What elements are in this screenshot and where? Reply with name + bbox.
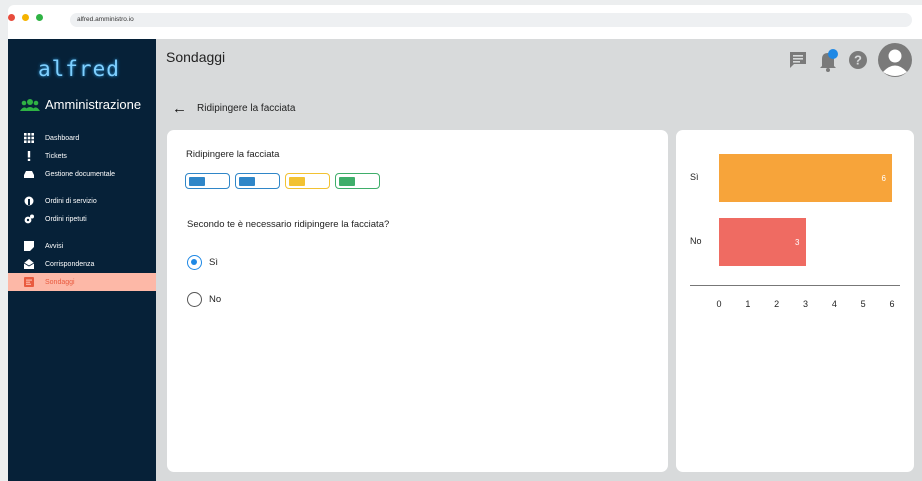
sidebar-item-gestione-documentale[interactable]: Gestione documentale	[8, 165, 156, 183]
poll-card: Ridipingere la facciata Secondo te è nec…	[167, 130, 668, 472]
sidebar-item-label: Gestione documentale	[45, 170, 116, 178]
sidebar-item-label: Sondaggi	[45, 278, 75, 286]
sidebar-item-tickets[interactable]: Tickets	[8, 147, 156, 165]
category-label: No	[690, 236, 702, 246]
section-title-label: Amministrazione	[45, 97, 142, 112]
sidebar-item-corrispondenza[interactable]: Corrispondenza	[8, 255, 156, 273]
sidebar-item-sondaggi[interactable]: Sondaggi	[8, 273, 156, 291]
x-tick-label: 1	[745, 299, 751, 309]
x-tick-label: 0	[716, 299, 722, 309]
sidebar-item-label: Ordini di servizio	[45, 197, 97, 205]
sidebar-item-dashboard[interactable]: Dashboard	[8, 129, 156, 147]
id-card-icon	[239, 177, 255, 186]
section-title: Amministrazione	[20, 97, 141, 112]
sidebar-item-ordini-ripetuti[interactable]: Ordini ripetuti	[8, 210, 156, 228]
message-icon[interactable]	[788, 50, 808, 75]
option-label: No	[209, 294, 222, 305]
radio-button[interactable]	[187, 292, 202, 307]
poll-title: Ridipingere la facciata	[186, 149, 280, 160]
x-tick-label: 4	[831, 299, 837, 309]
sidebar-item-label: Avvisi	[45, 242, 64, 250]
option-no[interactable]: No	[187, 292, 221, 307]
sidebar-item-label: Corrispondenza	[45, 260, 95, 268]
help-icon[interactable]: ?	[848, 50, 868, 75]
category-label: Sì	[690, 172, 699, 182]
tag-badge[interactable]	[335, 173, 380, 189]
maximize-dot[interactable]	[36, 14, 43, 21]
main-area: Sondaggi ? ← Ridipingere la facciata Rid…	[156, 39, 922, 481]
drawer-icon	[24, 169, 34, 179]
sidebar-item-label: Dashboard	[45, 134, 80, 142]
sidebar-menu: Dashboard Tickets Gestione documentale O…	[8, 129, 156, 291]
svg-text:?: ?	[854, 52, 862, 67]
cogs-icon	[24, 214, 34, 224]
close-dot[interactable]	[8, 14, 15, 21]
avatar-icon[interactable]	[878, 42, 912, 82]
bell-icon[interactable]	[818, 48, 838, 77]
x-tick-label: 6	[889, 299, 895, 309]
x-tick-label: 3	[802, 299, 809, 309]
grid-icon	[24, 133, 34, 143]
sidebar-item-ordini-di-servizio[interactable]: Ordini di servizio	[8, 192, 156, 210]
logo: alfred	[38, 57, 120, 81]
page-title: Sondaggi	[166, 49, 226, 65]
envelope-icon	[23, 259, 35, 269]
back-arrow-icon[interactable]: ←	[172, 100, 187, 117]
poll-question: Secondo te è necessario ridipingere la f…	[187, 219, 390, 230]
header-actions: ?	[778, 42, 912, 82]
wrench-icon	[24, 196, 34, 206]
bar: 3	[719, 218, 806, 266]
id-card-icon	[339, 177, 355, 186]
tag-badge[interactable]	[285, 173, 330, 189]
address-bar[interactable]: alfred.amministro.io	[70, 13, 912, 27]
users-icon	[20, 98, 40, 112]
sidebar-item-label: Tickets	[45, 152, 67, 160]
bar: 6	[719, 154, 892, 202]
x-tick-label: 5	[860, 299, 866, 309]
sidebar-item-avvisi[interactable]: Avvisi	[8, 237, 156, 255]
x-axis-line	[690, 285, 900, 286]
breadcrumb-label: Ridipingere la facciata	[197, 103, 296, 114]
breadcrumb: ← Ridipingere la facciata	[172, 100, 295, 117]
x-tick-label: 2	[774, 299, 780, 309]
bar-value-label: 6	[881, 173, 886, 183]
tag-badge[interactable]	[235, 173, 280, 189]
id-card-icon	[189, 177, 205, 186]
minimize-dot[interactable]	[22, 14, 29, 21]
id-card-icon	[289, 177, 305, 186]
bar-value-label: 3	[795, 237, 800, 247]
sidebar: alfred Amministrazione Dashboard Tickets…	[8, 39, 156, 481]
note-icon	[24, 241, 34, 251]
sidebar-item-label: Ordini ripetuti	[45, 215, 87, 223]
exclamation-icon	[24, 151, 34, 161]
tag-badge[interactable]	[185, 173, 230, 189]
option-si[interactable]: Sì	[187, 255, 218, 270]
radio-button[interactable]	[187, 255, 202, 270]
option-label: Sì	[209, 257, 218, 268]
poll-tags	[185, 173, 385, 189]
poll-icon	[24, 277, 34, 287]
results-chart-card: Sì 6 No 3 0 1 2 3 4 5 6	[676, 130, 914, 472]
